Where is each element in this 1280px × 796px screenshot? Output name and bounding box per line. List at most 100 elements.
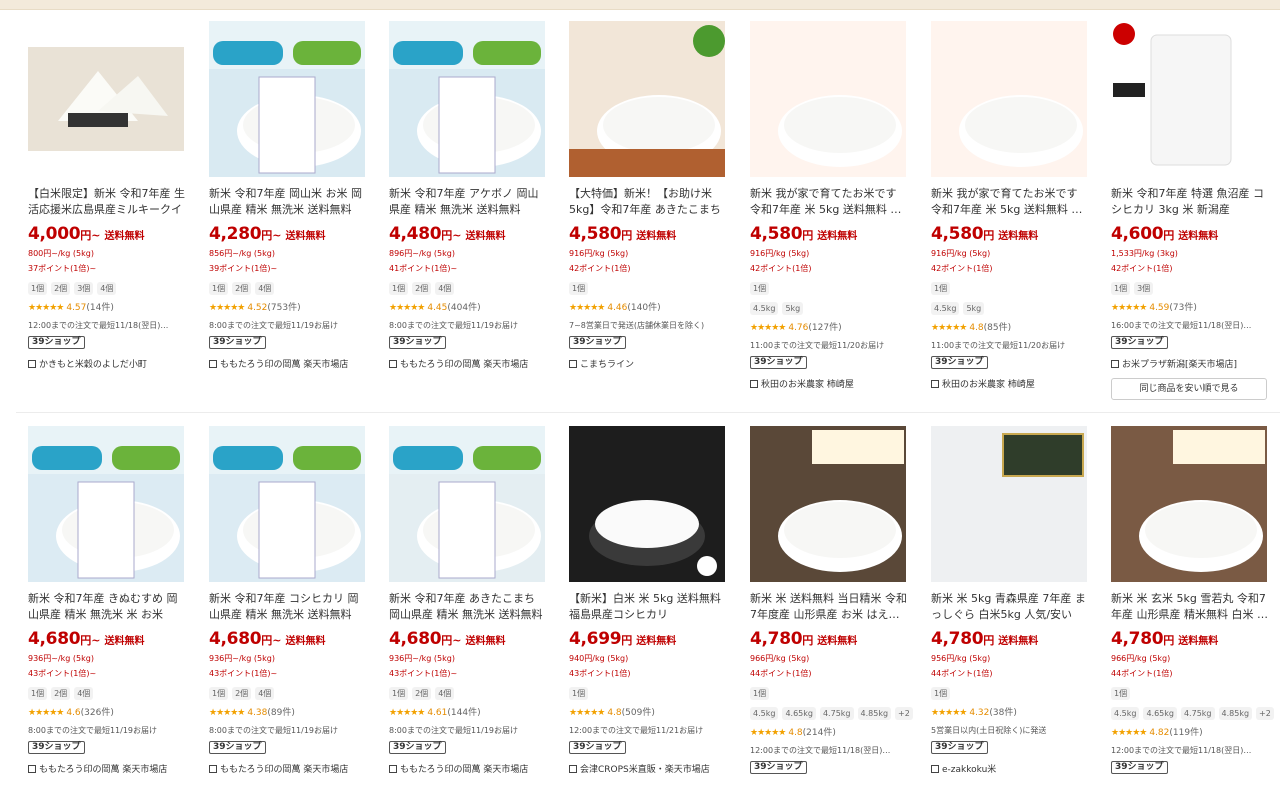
product-image[interactable]: [931, 426, 1087, 582]
rating[interactable]: ★★★★★ 4.57(14件): [28, 300, 114, 313]
product-card[interactable]: 新米 米 玄米 5kg 雪若丸 令和7年産 山形県産 精米無料 白米 … 4,78…: [1111, 426, 1274, 796]
quantity-chip[interactable]: 2個: [51, 687, 71, 700]
product-title[interactable]: 新米 米 送料無料 当日精米 令和7年度産 山形県産 お米 はえ…: [750, 591, 910, 623]
rating[interactable]: ★★★★★ 4.8(214件): [750, 725, 836, 738]
product-card[interactable]: 新米 米 5kg 青森県産 7年産 まっしぐら 白米5kg 人気/安い【米5… 4…: [931, 426, 1091, 796]
quantity-chip[interactable]: 2個: [412, 282, 432, 295]
quantity-chip[interactable]: 4個: [435, 687, 455, 700]
shop-link[interactable]: こまちライン: [569, 357, 634, 370]
size-chip[interactable]: 4.85kg: [857, 707, 892, 720]
rating[interactable]: ★★★★★ 4.82(119件): [1111, 725, 1203, 738]
shop-link[interactable]: お米プラザ新潟[楽天市場店]: [1111, 357, 1237, 370]
product-title[interactable]: 新米 令和7年産 特選 魚沼産 コシヒカリ 3kg 米 新潟産: [1111, 186, 1271, 218]
product-title[interactable]: 【白米限定】新米 令和7年産 生活応援米広島県産ミルキークイー…: [28, 186, 188, 218]
quantity-chip[interactable]: 4個: [74, 687, 94, 700]
product-image[interactable]: [28, 21, 184, 177]
rating[interactable]: ★★★★★ 4.52(753件): [209, 300, 301, 313]
quantity-chip[interactable]: 1個: [209, 687, 229, 700]
product-image[interactable]: [389, 21, 545, 177]
product-image[interactable]: [750, 426, 906, 582]
product-title[interactable]: 【新米】白米 米 5kg 送料無料 福島県産コシヒカリ 5kg(5kg×1袋…: [569, 591, 729, 623]
shop-link[interactable]: ももたろう印の岡萬 楽天市場店: [209, 357, 348, 370]
rating[interactable]: ★★★★★ 4.32(38件): [931, 705, 1017, 718]
size-chip[interactable]: 4.5kg: [1111, 707, 1140, 720]
product-title[interactable]: 新米 米 5kg 青森県産 7年産 まっしぐら 白米5kg 人気/安い【米5…: [931, 591, 1091, 623]
product-card[interactable]: 新米 令和7年産 アケボノ 岡山県産 精米 無洗米 送料無料 4,480円~ 送料無…: [389, 21, 549, 391]
rating[interactable]: ★★★★★ 4.61(144件): [389, 705, 481, 718]
quantity-chip[interactable]: 1個: [209, 282, 229, 295]
quantity-chip[interactable]: 1個: [931, 687, 951, 700]
product-image[interactable]: [28, 426, 184, 582]
product-image[interactable]: [1111, 426, 1267, 582]
size-chip[interactable]: 4.5kg: [750, 707, 779, 720]
product-title[interactable]: 新米 令和7年産 アケボノ 岡山県産 精米 無洗米 送料無料: [389, 186, 549, 218]
shop-link[interactable]: ももたろう印の岡萬 楽天市場店: [389, 357, 528, 370]
product-card[interactable]: 【大特価】新米！【お助け米5kg】令和7年産 あきたこまち家計… 4,580円送料…: [569, 21, 729, 391]
quantity-chip[interactable]: 1個: [389, 282, 409, 295]
size-chip[interactable]: 4.65kg: [782, 707, 816, 720]
quantity-chip[interactable]: 1個: [28, 282, 48, 295]
size-chip[interactable]: 4.75kg: [1180, 707, 1215, 720]
product-card[interactable]: 新米 我が家で育てたお米です 令和7年産 米 5kg 送料無料 … 4,580円送…: [750, 21, 910, 391]
product-card[interactable]: 新米 我が家で育てたお米です 令和7年産 米 5kg 送料無料 … 4,580円送…: [931, 21, 1091, 391]
rating[interactable]: ★★★★★ 4.45(404件): [389, 300, 481, 313]
product-image[interactable]: [931, 21, 1087, 177]
size-chip[interactable]: 4.75kg: [819, 707, 854, 720]
quantity-chip[interactable]: 1個: [569, 282, 589, 295]
quantity-chip[interactable]: 2個: [51, 282, 71, 295]
product-title[interactable]: 新米 我が家で育てたお米です 令和7年産 米 5kg 送料無料 …: [931, 186, 1091, 218]
quantity-chip[interactable]: 1個: [28, 687, 48, 700]
quantity-chip[interactable]: 1個: [1111, 282, 1131, 295]
rating[interactable]: ★★★★★ 4.59(73件): [1111, 300, 1197, 313]
quantity-chip[interactable]: 4個: [255, 687, 275, 700]
rating[interactable]: ★★★★★ 4.8(85件): [931, 320, 1011, 333]
rating[interactable]: ★★★★★ 4.76(127件): [750, 320, 842, 333]
product-title[interactable]: 新米 令和7年産 コシヒカリ 岡山県産 精米 無洗米 送料無料: [209, 591, 369, 623]
rating[interactable]: ★★★★★ 4.46(140件): [569, 300, 661, 313]
quantity-chip[interactable]: 1個: [389, 687, 409, 700]
product-image[interactable]: [569, 426, 725, 582]
product-card[interactable]: 【白米限定】新米 令和7年産 生活応援米広島県産ミルキークイー… 4,000円~送…: [28, 21, 188, 391]
product-title[interactable]: 新米 我が家で育てたお米です 令和7年産 米 5kg 送料無料 …: [750, 186, 910, 218]
size-chip[interactable]: 4.5kg: [750, 302, 779, 315]
product-card[interactable]: 新米 米 送料無料 当日精米 令和7年度産 山形県産 お米 はえ… 4,780円送…: [750, 426, 913, 796]
size-chip[interactable]: 5kg: [782, 302, 804, 315]
product-card[interactable]: 新米 令和7年産 岡山米 お米 岡山県産 精米 無洗米 送料無料 4,280円~ 送…: [209, 21, 369, 391]
product-card[interactable]: 【新米】白米 米 5kg 送料無料 福島県産コシヒカリ 5kg(5kg×1袋… 4…: [569, 426, 729, 796]
size-chip[interactable]: +2: [895, 707, 913, 720]
product-image[interactable]: [569, 21, 725, 177]
product-image[interactable]: [209, 21, 365, 177]
product-image[interactable]: [750, 21, 906, 177]
product-title[interactable]: 新米 令和7年産 あきたこまち 岡山県産 精米 無洗米 送料無料: [389, 591, 549, 623]
shop-link[interactable]: ももたろう印の岡萬 楽天市場店: [28, 762, 167, 775]
size-chip[interactable]: 4.5kg: [931, 302, 960, 315]
shop-link[interactable]: かきもと米穀のよしだ小町: [28, 357, 147, 370]
size-chip[interactable]: +2: [1256, 707, 1274, 720]
size-chip[interactable]: 4.65kg: [1143, 707, 1177, 720]
quantity-chip[interactable]: 1個: [1111, 687, 1131, 700]
rating[interactable]: ★★★★★ 4.8(509件): [569, 705, 655, 718]
rating[interactable]: ★★★★★ 4.6(326件): [28, 705, 114, 718]
product-title[interactable]: 新米 令和7年産 きぬむすめ 岡山県産 精米 無洗米 米 お米 送…: [28, 591, 188, 623]
shop-link[interactable]: 秋田のお米農家 柿崎屋: [750, 377, 854, 390]
compare-cheapest-button[interactable]: 同じ商品を安い順で見る: [1111, 378, 1267, 400]
quantity-chip[interactable]: 2個: [412, 687, 432, 700]
product-title[interactable]: 新米 米 玄米 5kg 雪若丸 令和7年産 山形県産 精米無料 白米 …: [1111, 591, 1271, 623]
quantity-chip[interactable]: 4個: [435, 282, 455, 295]
quantity-chip[interactable]: 4個: [255, 282, 275, 295]
quantity-chip[interactable]: 2個: [232, 282, 252, 295]
size-chip[interactable]: 4.85kg: [1218, 707, 1253, 720]
shop-link[interactable]: 秋田のお米農家 柿崎屋: [931, 377, 1035, 390]
quantity-chip[interactable]: 1個: [931, 282, 951, 295]
quantity-chip[interactable]: 1個: [569, 687, 589, 700]
quantity-chip[interactable]: 4個: [97, 282, 117, 295]
quantity-chip[interactable]: 1個: [750, 282, 770, 295]
product-card[interactable]: 新米 令和7年産 きぬむすめ 岡山県産 精米 無洗米 米 お米 送… 4,680円…: [28, 426, 188, 796]
product-card[interactable]: 新米 令和7年産 特選 魚沼産 コシヒカリ 3kg 米 新潟産 4,600円 送料無…: [1111, 21, 1271, 400]
quantity-chip[interactable]: 3個: [74, 282, 94, 295]
quantity-chip[interactable]: 3個: [1134, 282, 1154, 295]
product-image[interactable]: [209, 426, 365, 582]
quantity-chip[interactable]: 2個: [232, 687, 252, 700]
rating[interactable]: ★★★★★ 4.38(89件): [209, 705, 295, 718]
shop-link[interactable]: ももたろう印の岡萬 楽天市場店: [209, 762, 348, 775]
